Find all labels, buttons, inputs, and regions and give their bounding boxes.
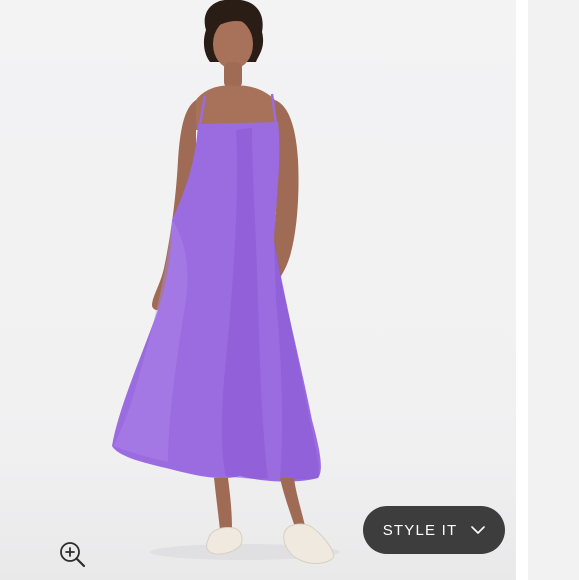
product-photo[interactable] [0,0,516,580]
chevron-down-icon [471,526,486,534]
zoom-in-button[interactable] [58,540,86,568]
style-it-label: STYLE IT [382,521,458,539]
product-image-viewer: STYLE IT [0,0,579,580]
carousel-gap [516,0,528,580]
zoom-in-icon [60,542,86,568]
style-it-button[interactable]: STYLE IT [363,506,505,554]
next-product-photo[interactable] [528,0,579,580]
